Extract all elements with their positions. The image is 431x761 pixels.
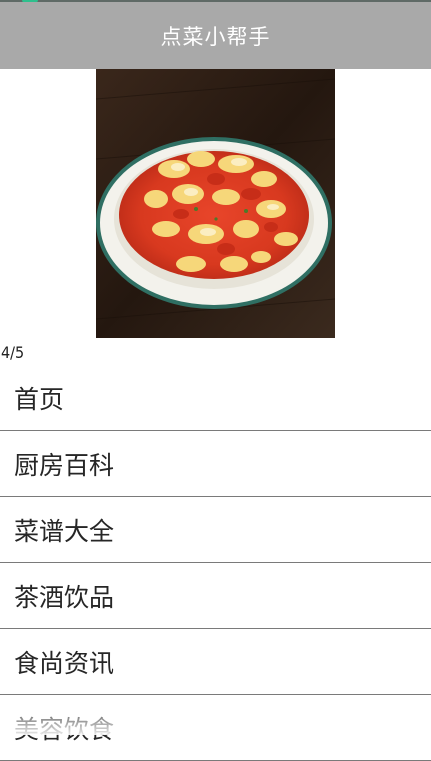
menu-item-recipes[interactable]: 菜谱大全 (0, 497, 431, 563)
menu-item-label: 食尚资讯 (14, 648, 115, 678)
menu-item-label: 茶酒饮品 (14, 582, 115, 612)
main-menu-list: 首页 厨房百科 菜谱大全 茶酒饮品 食尚资讯 美容饮食 (0, 365, 431, 761)
menu-item-kitchen-encyclopedia[interactable]: 厨房百科 (0, 431, 431, 497)
dish-photo (96, 69, 335, 338)
menu-item-label: 菜谱大全 (14, 516, 115, 546)
menu-item-label: 美容饮食 (14, 714, 115, 744)
carousel-page-indicator: 4/5 (1, 343, 25, 362)
app-title: 点菜小帮手 (160, 24, 271, 49)
menu-item-label: 厨房百科 (14, 450, 115, 480)
banner-carousel-image[interactable] (96, 69, 335, 338)
menu-item-tea-wine-drinks[interactable]: 茶酒饮品 (0, 563, 431, 629)
menu-item-label: 首页 (14, 384, 65, 414)
menu-item-beauty-diet[interactable]: 美容饮食 (0, 695, 431, 761)
menu-item-home[interactable]: 首页 (0, 365, 431, 431)
menu-item-food-news[interactable]: 食尚资讯 (0, 629, 431, 695)
app-bar: 点菜小帮手 (0, 2, 431, 69)
